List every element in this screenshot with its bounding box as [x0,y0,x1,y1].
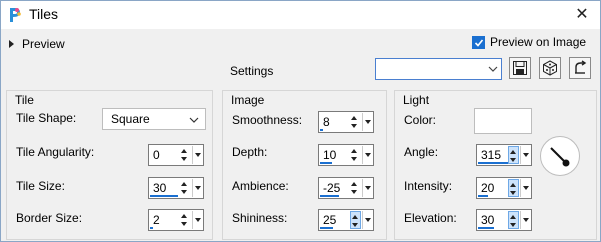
tile-angularity-spinner[interactable]: 0 [148,144,204,166]
close-icon[interactable]: ✕ [572,5,592,25]
tile-angularity-label: Tile Angularity: [16,145,95,159]
light-group-title: Light [403,93,430,107]
smoothness-value: 8 [323,115,330,129]
elevation-spinner[interactable]: 30 [476,209,532,231]
dropdown-arrow-icon[interactable] [520,146,530,164]
preview-toggle[interactable]: Preview [9,36,65,52]
spin-arrows-icon[interactable] [180,146,191,164]
ambience-spinner[interactable]: -25 [318,177,374,199]
preview-on-image-checkbox[interactable]: Preview on Image [472,35,586,49]
tile-group-title: Tile [15,93,34,107]
tile-shape-select[interactable]: Square [102,108,206,130]
intensity-label: Intensity: [404,179,453,193]
border-size-level-bar [150,227,153,229]
smoothness-level-bar [320,129,323,131]
dropdown-arrow-icon[interactable] [520,211,530,229]
angle-value: 315 [481,148,502,162]
image-group: Image Smoothness: 8 Depth: 10 Ambience: … [222,90,387,240]
angle-dial[interactable] [540,136,580,176]
elevation-level-bar [478,227,494,229]
dropdown-arrow-icon[interactable] [192,146,202,164]
reset-icon [575,60,587,74]
intensity-value: 20 [481,181,495,195]
border-size-label: Border Size: [16,211,83,225]
tile-size-level-bar [150,195,178,197]
shininess-level-bar [320,227,333,229]
dropdown-arrow-icon[interactable] [362,179,372,197]
save-icon [513,61,527,75]
chevron-down-icon [189,117,199,123]
randomize-button[interactable] [539,57,561,79]
window-title: Tiles [29,6,59,22]
ambience-level-bar [320,195,339,197]
preview-on-image-label: Preview on Image [490,35,587,49]
dropdown-arrow-icon[interactable] [192,179,202,197]
chevron-down-icon [488,66,498,72]
shininess-value: 25 [323,213,337,227]
tile-shape-value: Square [111,112,150,126]
expand-arrow-icon [9,40,14,48]
ambience-label: Ambience: [232,179,289,193]
dropdown-arrow-icon[interactable] [362,146,372,164]
dropdown-arrow-icon[interactable] [520,179,530,197]
dropdown-arrow-icon[interactable] [362,211,372,229]
settings-preset-select[interactable] [375,58,502,80]
image-group-title: Image [231,93,265,107]
depth-label: Depth: [232,145,268,159]
tile-shape-label: Tile Shape: [16,111,77,125]
reset-button[interactable] [569,57,591,79]
light-color-label: Color: [404,113,437,127]
dice-icon [543,60,557,76]
spin-arrows-icon[interactable] [350,146,361,164]
spin-arrows-icon[interactable] [508,211,519,229]
spin-arrows-icon[interactable] [180,211,191,229]
depth-spinner[interactable]: 10 [318,144,374,166]
light-color-swatch[interactable] [474,108,532,134]
preview-label: Preview [22,37,65,51]
border-size-value: 2 [153,213,160,227]
toolbar: Preview Preview on Image Settings [1,29,600,85]
border-size-spinner[interactable]: 2 [148,209,204,231]
dropdown-arrow-icon[interactable] [362,113,372,131]
smoothness-label: Smoothness: [232,113,303,127]
save-preset-button[interactable] [509,57,531,79]
angle-label: Angle: [404,145,439,159]
spin-arrows-icon[interactable] [350,113,361,131]
shininess-spinner[interactable]: 25 [318,209,374,231]
angle-dial-needle-icon [550,147,570,167]
spin-arrows-icon[interactable] [508,179,519,197]
tile-size-value: 30 [153,181,167,195]
tile-size-spinner[interactable]: 30 [148,177,204,199]
dropdown-arrow-icon[interactable] [192,211,202,229]
spin-arrows-icon[interactable] [350,211,361,229]
tiles-dialog: Tiles ✕ Preview Preview on Image Setting… [0,0,601,242]
shininess-label: Shininess: [232,211,288,225]
elevation-value: 30 [481,213,495,227]
spin-arrows-icon[interactable] [508,146,519,164]
app-icon [7,7,23,23]
tile-size-label: Tile Size: [16,179,65,193]
smoothness-spinner[interactable]: 8 [318,111,374,133]
settings-label: Settings [230,64,274,78]
title-bar: Tiles ✕ [1,1,600,29]
tile-group: Tile Tile Shape: Square Tile Angularity:… [6,90,213,240]
depth-value: 10 [323,148,337,162]
light-group: Light Color: Angle: 315 Intensity: 20 El… [394,90,597,240]
checkbox-checked-icon [472,35,485,49]
spin-arrows-icon[interactable] [350,179,361,197]
intensity-level-bar [478,195,488,197]
tile-angularity-value: 0 [153,148,160,162]
angle-spinner[interactable]: 315 [476,144,532,166]
intensity-spinner[interactable]: 20 [476,177,532,199]
spin-arrows-icon[interactable] [180,179,191,197]
depth-level-bar [320,162,332,164]
elevation-label: Elevation: [404,211,457,225]
ambience-value: -25 [323,181,341,195]
